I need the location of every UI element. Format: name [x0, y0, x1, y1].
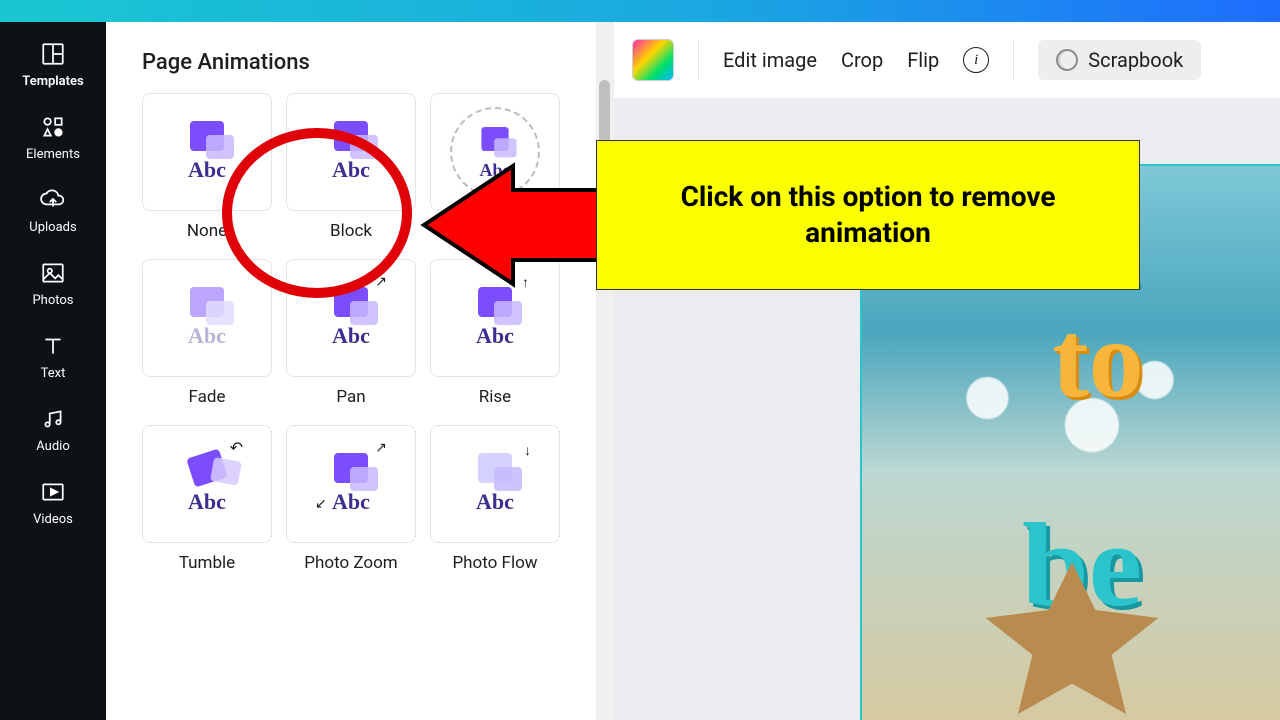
animation-label: Pan — [336, 387, 365, 407]
animation-label: Rise — [479, 387, 511, 407]
animation-thumb-icon — [481, 127, 508, 151]
animation-option-block[interactable]: Abc — [286, 93, 416, 211]
left-sidebar: Templates Elements Uploads Photos Text — [0, 22, 106, 720]
edit-image-button[interactable]: Edit image — [723, 48, 817, 72]
arrow-icon: ↓ — [524, 442, 531, 459]
nav-photos[interactable]: Photos — [32, 259, 73, 308]
arrow-icon: ↶ — [230, 438, 243, 457]
animation-option-breathe[interactable]: Abc — [430, 93, 560, 211]
effect-ring-icon — [1056, 49, 1078, 71]
elements-icon — [39, 113, 67, 141]
animation-label: Tumble — [179, 553, 235, 573]
animation-thumb-icon — [190, 121, 224, 151]
arrow-icon: ↑ — [522, 274, 529, 291]
effect-button[interactable]: Scrapbook — [1038, 40, 1201, 80]
window-titlebar — [0, 0, 1280, 22]
flip-button[interactable]: Flip — [907, 48, 939, 72]
animation-thumb-icon — [478, 287, 512, 317]
arrow-icon: ↙ — [315, 496, 327, 512]
nav-elements[interactable]: Elements — [26, 113, 80, 162]
animation-option-photo-zoom[interactable]: ↗ ↙ Abc — [286, 425, 416, 543]
nav-text[interactable]: Text — [39, 332, 67, 381]
nav-videos[interactable]: Videos — [33, 478, 73, 527]
animation-thumb-icon — [334, 121, 368, 151]
separator — [1013, 40, 1014, 80]
photos-icon — [39, 259, 67, 287]
panel-scrollbar[interactable] — [596, 22, 614, 720]
info-icon[interactable]: i — [963, 47, 989, 73]
animation-option-pan[interactable]: ↗ Abc — [286, 259, 416, 377]
animation-label: Breathe — [466, 221, 524, 241]
templates-icon — [39, 40, 67, 68]
animation-label: Block — [330, 221, 372, 241]
design-text: to — [1052, 296, 1144, 423]
annotation-callout: Click on this option to remove animation — [596, 140, 1140, 290]
text-icon — [39, 332, 67, 360]
animations-panel: Page Animations Abc None Abc Block — [106, 22, 596, 720]
animation-option-fade[interactable]: Abc — [142, 259, 272, 377]
animation-label: None — [187, 221, 227, 241]
animation-thumb-icon — [334, 453, 368, 483]
audio-icon — [39, 405, 67, 433]
animation-option-rise[interactable]: ↑ Abc — [430, 259, 560, 377]
animation-option-tumble[interactable]: ↶ Abc — [142, 425, 272, 543]
animation-label: Fade — [189, 387, 226, 407]
arrow-icon: ↗ — [375, 274, 387, 290]
uploads-icon — [39, 186, 67, 214]
panel-title: Page Animations — [142, 50, 574, 75]
animation-thumb-icon — [190, 287, 224, 317]
animation-option-photo-flow[interactable]: ↓ Abc — [430, 425, 560, 543]
separator — [698, 40, 699, 80]
arrow-icon: ↗ — [375, 440, 387, 456]
color-swatch[interactable] — [632, 39, 674, 81]
animation-label: Photo Zoom — [304, 553, 397, 573]
nav-uploads[interactable]: Uploads — [29, 186, 76, 235]
videos-icon — [39, 478, 67, 506]
animation-option-none[interactable]: Abc — [142, 93, 272, 211]
crop-button[interactable]: Crop — [841, 48, 883, 72]
nav-audio[interactable]: Audio — [36, 405, 69, 454]
context-toolbar: Edit image Crop Flip i Scrapbook — [614, 22, 1280, 98]
animation-thumb-icon — [334, 287, 368, 317]
animation-label: Photo Flow — [452, 553, 537, 573]
animation-thumb-icon — [186, 448, 228, 487]
nav-templates[interactable]: Templates — [22, 40, 83, 89]
animation-thumb-icon — [478, 453, 512, 483]
